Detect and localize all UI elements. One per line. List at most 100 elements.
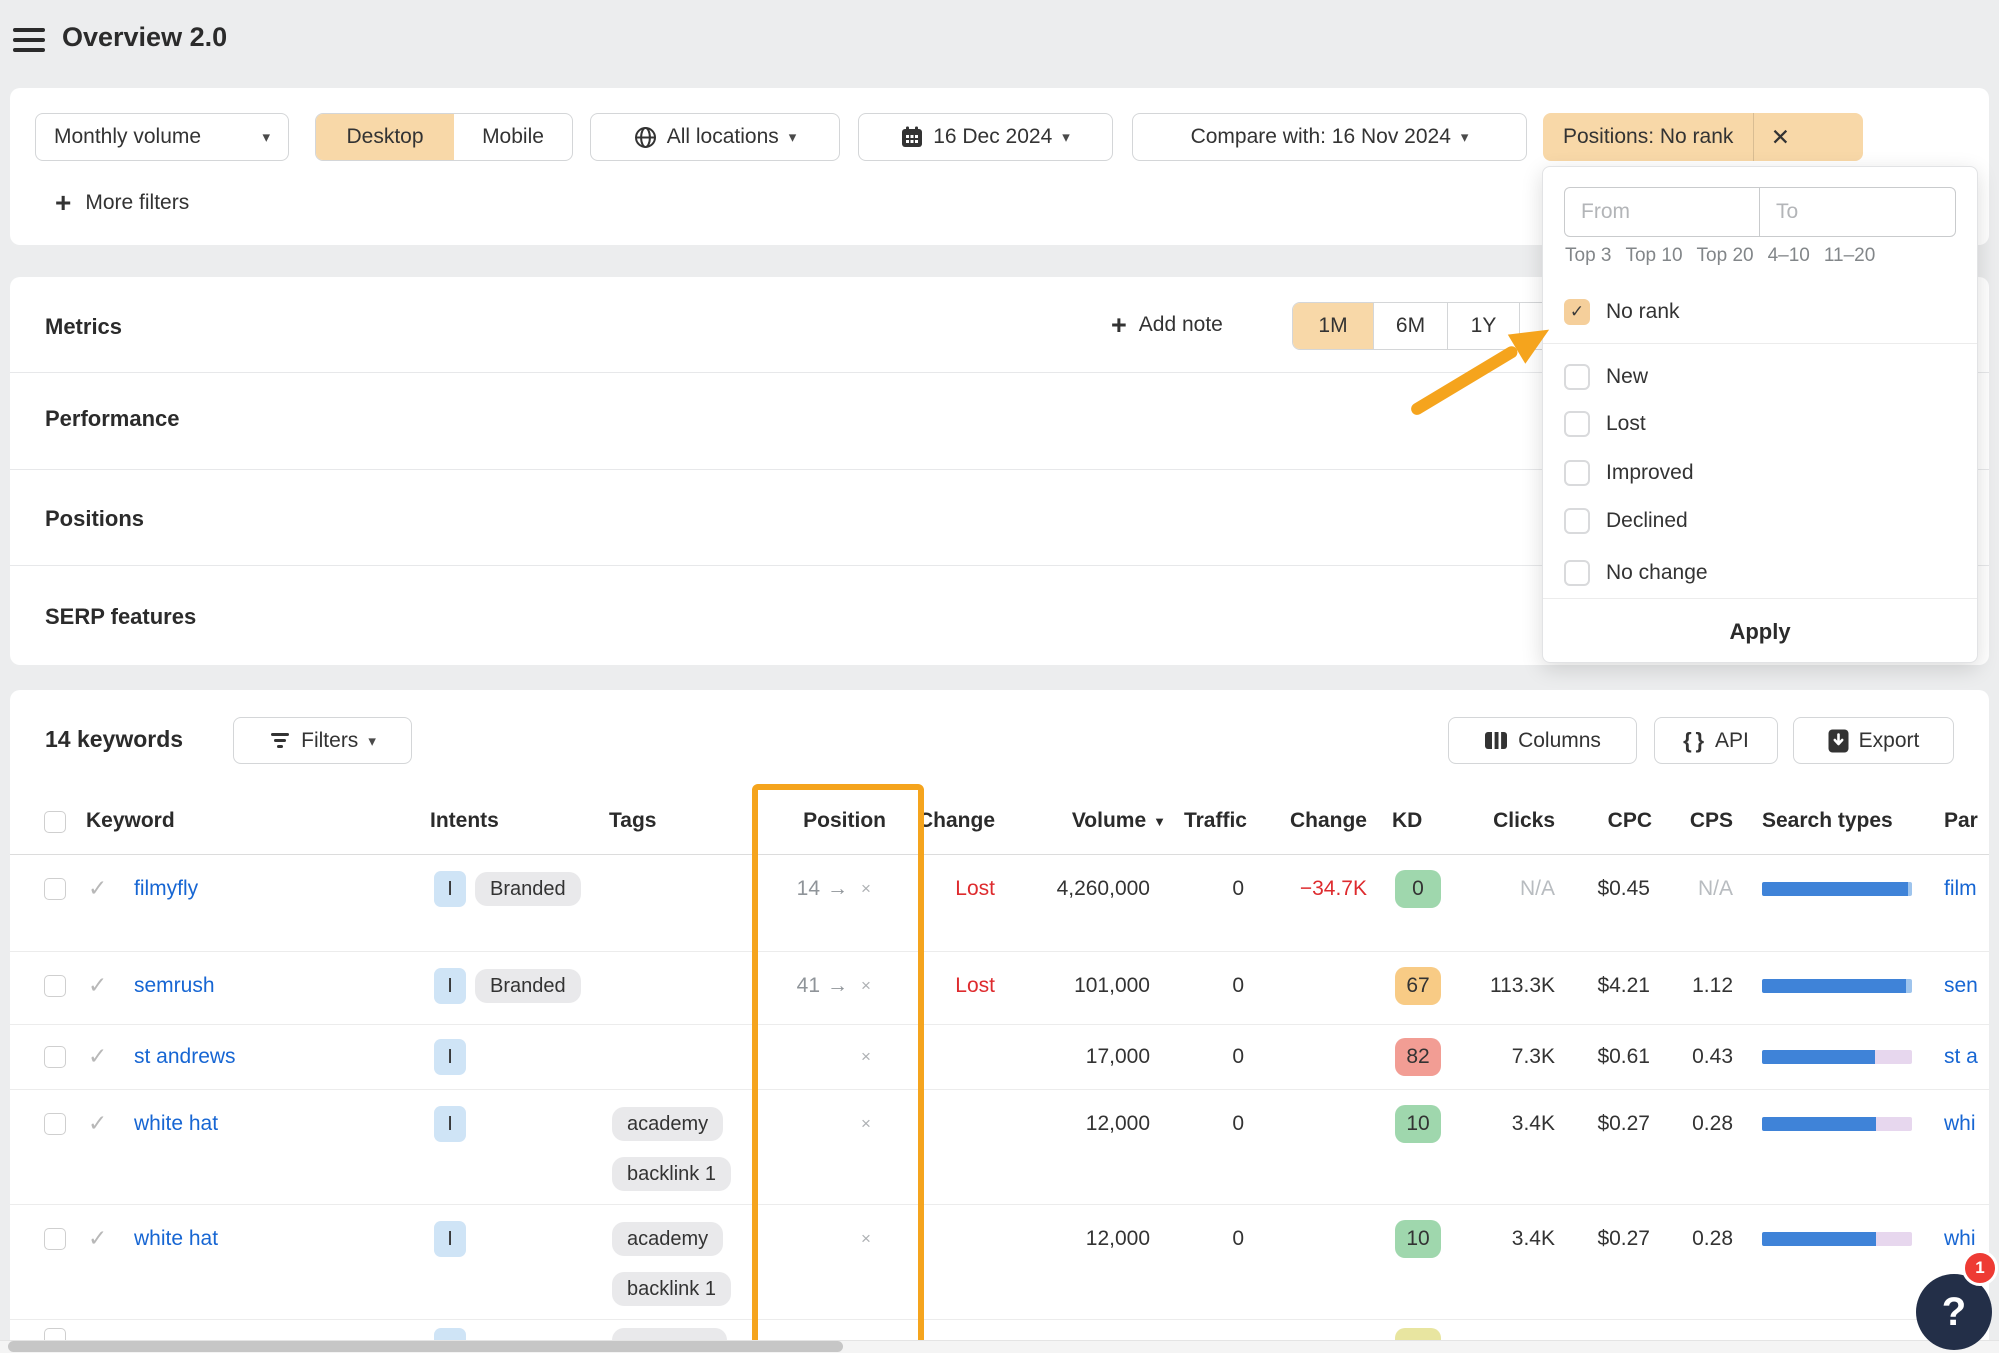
parent-keyword-link[interactable]: whi (1944, 1110, 1976, 1138)
locations-dropdown[interactable]: All locations ▾ (590, 113, 840, 161)
hamburger-menu-icon[interactable] (13, 28, 45, 52)
parent-keyword-link[interactable]: film (1944, 875, 1977, 903)
tracked-check-icon: ✓ (88, 875, 107, 902)
option-new[interactable]: New (1564, 362, 1648, 392)
option-lost[interactable]: Lost (1564, 409, 1646, 439)
close-icon[interactable]: ✕ (1753, 113, 1806, 161)
clicks-value: 3.4K (1512, 1225, 1555, 1253)
api-button[interactable]: { } API (1654, 717, 1778, 764)
option-no-change[interactable]: No change (1564, 558, 1708, 588)
col-header-traffic-change[interactable]: Change (1290, 809, 1367, 833)
apply-button[interactable]: Apply (1543, 619, 1977, 645)
row-checkbox[interactable] (44, 975, 66, 997)
col-header-clicks[interactable]: Clicks (1493, 809, 1555, 833)
columns-button[interactable]: Columns (1448, 717, 1637, 764)
col-header-tags[interactable]: Tags (609, 809, 656, 833)
tracked-check-icon: ✓ (88, 972, 107, 999)
volume-mode-dropdown[interactable]: Monthly volume ▾ (35, 113, 289, 161)
export-button[interactable]: Export (1793, 717, 1954, 764)
more-filters-button[interactable]: + More filters (55, 185, 189, 221)
clicks-value: 3.4K (1512, 1110, 1555, 1138)
traffic-change-value: −34.7K (1300, 875, 1367, 903)
device-toggle-desktop[interactable]: Desktop (316, 114, 454, 160)
quick-range-top3[interactable]: Top 3 (1565, 245, 1611, 267)
keyword-link[interactable]: semrush (134, 972, 215, 1000)
keyword-link[interactable]: white hat (134, 1110, 218, 1138)
row-checkbox[interactable] (44, 1046, 66, 1068)
calendar-icon (901, 126, 923, 148)
table-header-row: Keyword Intents Tags Position Change Vol… (10, 790, 1989, 855)
add-note-label: Add note (1139, 313, 1223, 337)
row-checkbox[interactable] (44, 1228, 66, 1250)
tag-pill[interactable]: academy (612, 1107, 723, 1141)
intent-badge[interactable]: I (434, 1221, 466, 1257)
quick-range-top20[interactable]: Top 20 (1697, 245, 1754, 267)
api-button-label: API (1715, 729, 1749, 753)
device-toggle-mobile[interactable]: Mobile (454, 114, 572, 160)
intent-tag-pill[interactable]: Branded (475, 969, 581, 1003)
search-types-bar-secondary (1906, 979, 1912, 993)
checkbox-icon[interactable] (1564, 508, 1590, 534)
checkbox-icon[interactable] (1564, 364, 1590, 390)
col-header-kd[interactable]: KD (1392, 809, 1422, 833)
position-to-input[interactable] (1760, 188, 1955, 236)
traffic-value: 0 (1232, 972, 1244, 1000)
option-no-rank[interactable]: ✓ No rank (1564, 297, 1680, 327)
tag-pill[interactable]: backlink 1 (612, 1272, 731, 1306)
locations-label: All locations (667, 125, 779, 149)
volume-value: 12,000 (1086, 1110, 1150, 1138)
traffic-value: 0 (1232, 1110, 1244, 1138)
add-note-button[interactable]: + Add note (1111, 301, 1223, 349)
col-header-volume[interactable]: Volume ▼ (1072, 809, 1166, 833)
positions-filter-chip[interactable]: Positions: No rank ✕ (1543, 113, 1863, 161)
position-from-input[interactable] (1565, 188, 1760, 236)
filters-button[interactable]: Filters ▾ (233, 717, 412, 764)
date-dropdown[interactable]: 16 Dec 2024 ▾ (858, 113, 1113, 161)
compare-dropdown[interactable]: Compare with: 16 Nov 2024 ▾ (1132, 113, 1527, 161)
row-checkbox[interactable] (44, 1113, 66, 1135)
date-label: 16 Dec 2024 (933, 125, 1052, 149)
col-header-search-types[interactable]: Search types (1762, 809, 1893, 833)
col-header-cpc[interactable]: CPC (1608, 809, 1652, 833)
quick-range-11-20[interactable]: 11–20 (1824, 245, 1875, 267)
col-header-keyword[interactable]: Keyword (86, 809, 175, 833)
checkbox-icon[interactable] (1564, 411, 1590, 437)
quick-range-top10[interactable]: Top 10 (1625, 245, 1682, 267)
cps-value: 0.28 (1692, 1110, 1733, 1138)
time-range-1m[interactable]: 1M (1293, 303, 1373, 349)
col-header-traffic[interactable]: Traffic (1184, 809, 1247, 833)
intent-badge[interactable]: I (434, 871, 466, 907)
time-range-6m[interactable]: 6M (1373, 303, 1447, 349)
col-header-cps[interactable]: CPS (1690, 809, 1733, 833)
horizontal-scrollbar-thumb[interactable] (8, 1341, 843, 1352)
kd-badge: 10 (1395, 1105, 1441, 1143)
keyword-link[interactable]: filmyfly (134, 875, 198, 903)
tag-pill[interactable]: backlink 1 (612, 1157, 731, 1191)
tag-pill[interactable]: academy (612, 1222, 723, 1256)
option-improved[interactable]: Improved (1564, 458, 1694, 488)
col-header-change[interactable]: Change (918, 809, 995, 833)
row-checkbox[interactable] (44, 878, 66, 900)
time-range-1y[interactable]: 1Y (1447, 303, 1519, 349)
checkbox-icon[interactable] (1564, 460, 1590, 486)
select-all-checkbox[interactable] (44, 811, 66, 833)
option-declined[interactable]: Declined (1564, 506, 1688, 536)
intent-badge[interactable]: I (434, 1106, 466, 1142)
col-header-parent[interactable]: Par (1944, 809, 1978, 833)
col-header-intents[interactable]: Intents (430, 809, 499, 833)
parent-keyword-link[interactable]: st a (1944, 1043, 1978, 1071)
checkbox-checked-icon[interactable]: ✓ (1564, 299, 1590, 325)
col-header-position[interactable]: Position (803, 809, 886, 833)
intent-badge[interactable]: I (434, 968, 466, 1004)
keyword-link[interactable]: white hat (134, 1225, 218, 1253)
keyword-link[interactable]: st andrews (134, 1043, 236, 1071)
cpc-value: $0.45 (1597, 875, 1650, 903)
position-value: 41→ (797, 972, 848, 1000)
intent-badge[interactable]: I (434, 1039, 466, 1075)
time-range-toggle: 1M 6M 1Y (1292, 302, 1572, 350)
parent-keyword-link[interactable]: whi (1944, 1225, 1976, 1253)
quick-range-4-10[interactable]: 4–10 (1768, 245, 1810, 267)
parent-keyword-link[interactable]: sen (1944, 972, 1978, 1000)
intent-tag-pill[interactable]: Branded (475, 872, 581, 906)
checkbox-icon[interactable] (1564, 560, 1590, 586)
